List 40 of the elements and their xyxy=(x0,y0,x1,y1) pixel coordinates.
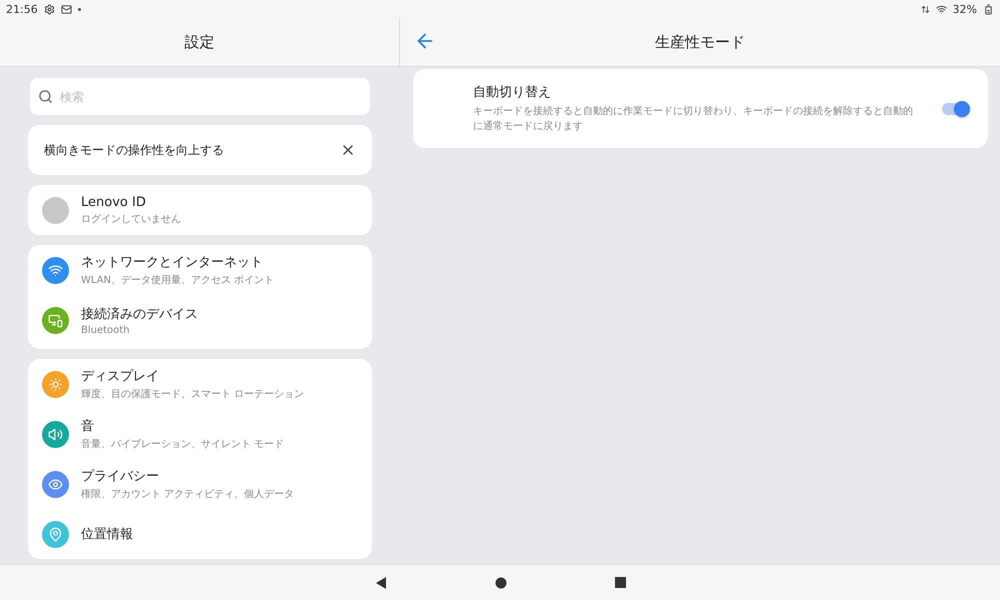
settings-item[interactable]: プライバシー 権限、アカウント アクティビティ、個人データ xyxy=(28,459,372,509)
item-subtitle: 音量、バイブレーション、サイレント モード xyxy=(81,438,284,451)
setting-description: キーボードを接続すると自動的に作業モードに切り替わり、キーボードの接続を解除すると自動的に通常モードに戻ります xyxy=(473,104,914,134)
search-icon xyxy=(38,89,53,104)
item-subtitle: WLAN、データ使用量、アクセス ポイント xyxy=(81,274,274,287)
suggestion-text: 横向きモードの操作性を向上する xyxy=(44,142,224,158)
item-title: ネットワークとインターネット xyxy=(81,254,264,271)
settings-item[interactable]: 音 音量、バイブレーション、サイレント モード xyxy=(28,409,372,459)
account-status: ログインしていません xyxy=(81,212,181,226)
panel-title: 設定 xyxy=(184,32,214,52)
account-title: Lenovo ID xyxy=(81,194,147,210)
account-card[interactable]: Lenovo ID ログインしていません xyxy=(28,185,372,235)
status-time: 21:56 xyxy=(6,2,38,16)
item-subtitle: 輝度、目の保護モード、スマート ローテーション xyxy=(81,388,304,401)
avatar-circle xyxy=(42,196,69,224)
settings-item[interactable]: 接続済みのデバイス Bluetooth xyxy=(28,295,372,345)
home-nav-button[interactable] xyxy=(494,576,506,588)
item-title: ディスプレイ xyxy=(81,368,160,385)
item-title: 位置情報 xyxy=(81,526,133,543)
gear-icon xyxy=(44,4,55,14)
settings-item[interactable]: 位置情報 xyxy=(28,509,372,559)
search-field[interactable]: 検索 xyxy=(30,78,370,115)
item-title: プライバシー xyxy=(81,468,160,485)
mail-icon xyxy=(60,4,72,14)
settings-item[interactable]: ネットワークとインターネット WLAN、データ使用量、アクセス ポイント xyxy=(28,245,372,295)
battery-icon xyxy=(983,4,994,14)
recents-nav-button[interactable] xyxy=(614,577,626,588)
wifi-icon xyxy=(936,4,947,14)
item-subtitle: Bluetooth xyxy=(81,324,131,336)
panel-title: 生産性モード xyxy=(655,32,745,52)
data-arrows-icon xyxy=(920,4,930,14)
settings-item[interactable]: ディスプレイ 輝度、目の保護モード、スマート ローテーション xyxy=(28,359,372,409)
battery-percent: 32% xyxy=(952,2,977,16)
item-subtitle: 権限、アカウント アクティビティ、個人データ xyxy=(81,488,294,501)
setting-title: 自動切り替え xyxy=(473,84,552,101)
toggle-switch[interactable] xyxy=(942,102,968,114)
notification-dot xyxy=(78,8,81,10)
item-title: 音 xyxy=(81,418,95,435)
back-nav-button[interactable] xyxy=(374,576,386,588)
item-title: 接続済みのデバイス xyxy=(81,306,198,322)
